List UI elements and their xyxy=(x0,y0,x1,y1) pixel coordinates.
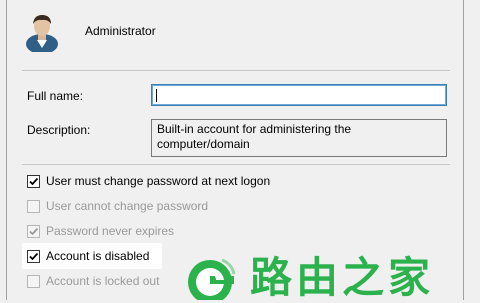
option-account-locked-out: Account is locked out xyxy=(27,273,159,289)
header-divider xyxy=(22,70,450,71)
description-label: Description: xyxy=(27,123,91,137)
fullname-input[interactable] xyxy=(151,84,447,106)
user-name: Administrator xyxy=(85,24,156,38)
watermark-text: 路由之家 xyxy=(250,253,435,302)
text-caret xyxy=(156,89,157,102)
option-label: User must change password at next logon xyxy=(46,174,271,188)
checkbox-password-never-expires xyxy=(27,224,40,238)
fullname-label: Full name: xyxy=(27,89,84,103)
checkbox-must-change-password[interactable] xyxy=(27,174,40,188)
option-label: Account is disabled xyxy=(46,249,150,263)
option-password-never-expires: Password never expires xyxy=(27,223,174,239)
option-label: Password never expires xyxy=(46,224,175,238)
option-must-change-password[interactable]: User must change password at next logon xyxy=(27,173,270,189)
watermark-logo-icon xyxy=(186,256,240,303)
dialog-right-border xyxy=(463,0,464,300)
watermark: 路由之家 xyxy=(186,253,480,303)
checkbox-cannot-change-password xyxy=(27,199,40,213)
dialog-left-border xyxy=(6,0,7,300)
fields-divider xyxy=(22,164,450,165)
description-input[interactable]: Built-in account for administering the c… xyxy=(151,119,447,157)
option-account-disabled[interactable]: Account is disabled xyxy=(27,248,149,264)
user-avatar-icon xyxy=(24,10,60,54)
option-cannot-change-password: User cannot change password xyxy=(27,198,208,214)
option-label: User cannot change password xyxy=(46,199,209,213)
option-label: Account is locked out xyxy=(46,274,160,288)
checkbox-account-disabled[interactable] xyxy=(27,249,40,263)
checkbox-account-locked-out xyxy=(27,274,40,288)
